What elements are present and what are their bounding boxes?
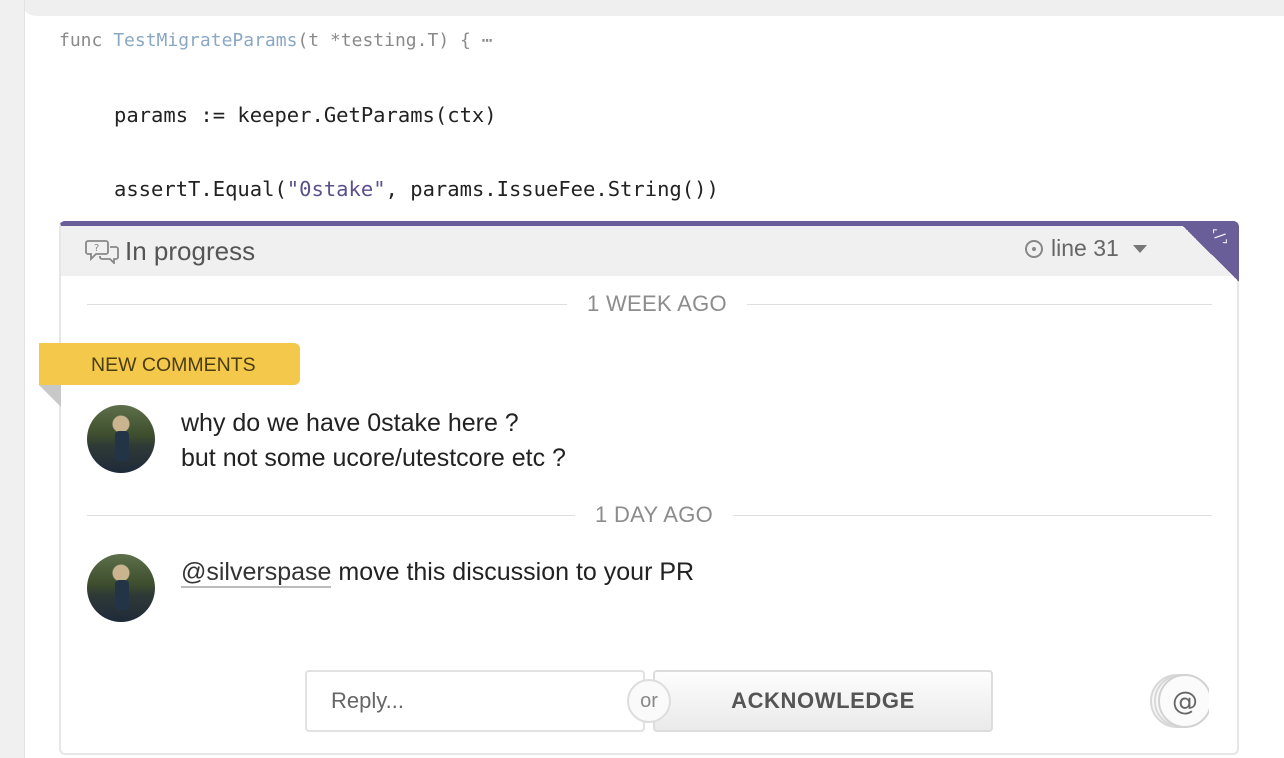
line-reference-dropdown[interactable]: line 31 [1025,235,1147,262]
avatar[interactable] [87,405,155,473]
at-mention-icon[interactable]: @ [1147,673,1209,729]
reply-input[interactable]: Reply... [305,670,645,732]
time-divider-label: 1 WEEK AGO [567,291,747,317]
comment-line: why do we have 0stake here ? [181,409,519,437]
acknowledge-button[interactable]: ACKNOWLEDGE [653,670,993,732]
caret-down-icon [1132,244,1147,253]
code-string-literal: "0stake" [286,177,386,201]
comment-body: @silverspase move this discussion to you… [181,555,694,590]
discussion-thread: ? In progress line 31 ‹/› 1 WEEK AGO NEW… [39,221,1239,755]
or-separator: or [627,679,671,723]
svg-text:?: ? [94,243,99,254]
line-reference-label: line 31 [1051,235,1119,261]
code-function-signature[interactable]: func TestMigrateParams(t *testing.T) { ⋯ [59,30,493,51]
code-line-params: params := keeper.GetParams(ctx) [114,103,497,127]
comment-text: move this discussion to your PR [331,558,695,586]
ribbon-fold [39,385,61,407]
code-brackets-icon: ‹/› [1205,222,1233,251]
comment-body: why do we have 0stake here ? but not som… [181,406,566,476]
time-divider-label: 1 DAY AGO [575,502,734,528]
avatar[interactable] [87,554,155,622]
new-comments-ribbon: NEW COMMENTS [39,343,300,385]
discussion-header: ? In progress line 31 ‹/› [61,221,1239,283]
comment-line: but not some ucore/utestcore etc ? [181,444,566,472]
code-function-name: TestMigrateParams [113,30,298,51]
discussion-status: In progress [125,236,256,266]
code-assert-suffix: , params.IssueFee.String()) [385,177,719,201]
card-top-edge [25,0,1284,16]
code-line-assert: assertT.Equal("0stake", params.IssueFee.… [114,177,719,201]
discussion-bubbles-icon: ? [85,240,119,264]
code-assert-prefix: assertT.Equal( [114,177,287,201]
code-link-corner[interactable]: ‹/› [1179,221,1239,283]
user-mention-link[interactable]: @silverspase [181,558,332,588]
svg-text:@: @ [1172,687,1198,717]
target-icon [1025,239,1043,258]
code-keyword: func [59,30,103,51]
code-review-card: func TestMigrateParams(t *testing.T) { ⋯… [24,0,1284,758]
code-signature-rest: (t *testing.T) { ⋯ [297,30,493,51]
